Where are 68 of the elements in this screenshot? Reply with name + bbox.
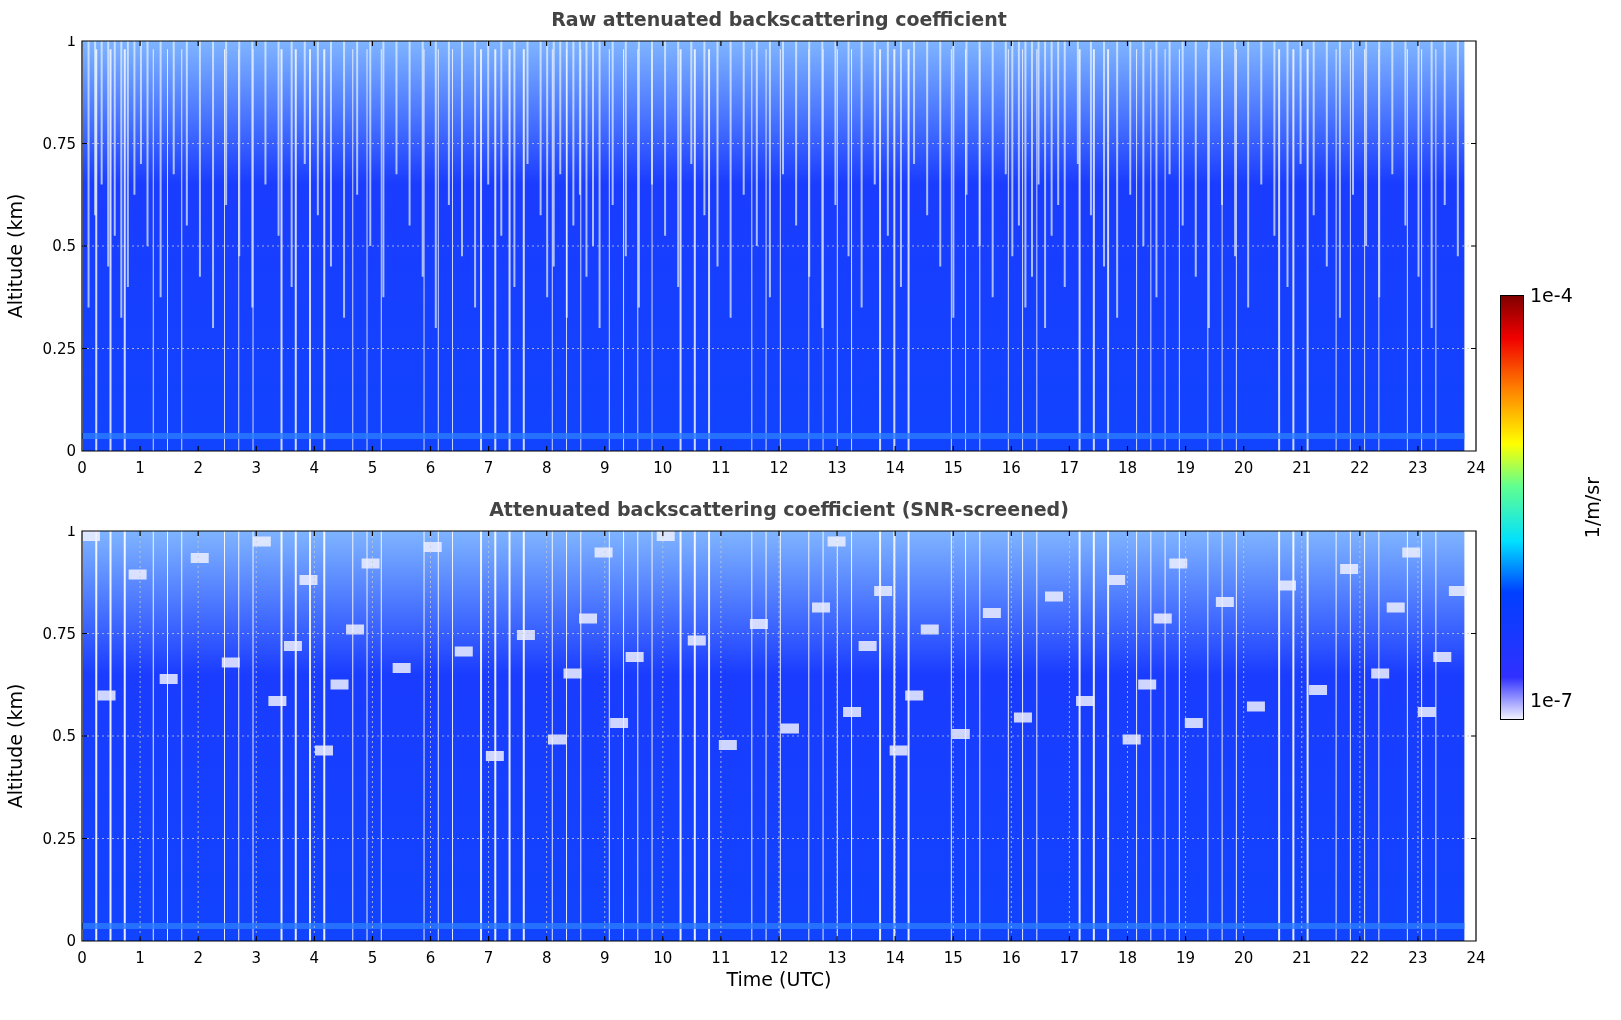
chart-title: Attenuated backscattering coefficient (SNR-screened)	[488, 498, 1070, 522]
tick-label: 24	[1466, 459, 1486, 476]
tick-label: 21	[1292, 949, 1312, 966]
tick-label: 15	[943, 459, 963, 476]
tick-label: 1	[135, 459, 145, 476]
tick-label: 23	[1408, 459, 1428, 476]
tick-label: 16	[1001, 949, 1021, 966]
tick-label: 5	[367, 459, 378, 476]
tick-label: 0.5	[52, 727, 76, 745]
tick-label: 18	[1117, 949, 1138, 966]
axis-label: Altitude (km)	[4, 683, 26, 809]
tick-label: 1	[66, 526, 76, 540]
tick-label: 2	[193, 459, 203, 476]
tick-label: 0.75	[42, 134, 76, 153]
tick-label: 0.75	[42, 624, 76, 643]
tick-label: 0	[77, 949, 87, 966]
tick-label: 14	[885, 459, 905, 476]
tick-label: 0.5	[52, 237, 76, 255]
tick-label: 0.25	[42, 829, 76, 848]
tick-label: 13	[827, 459, 847, 476]
tick-label: 1	[66, 36, 76, 50]
tick-label: 12	[769, 459, 789, 476]
axis-label: Time (UTC)	[725, 968, 833, 990]
colorbar-unit-label: 1/m/sr	[1580, 476, 1603, 539]
tick-label: 2	[193, 949, 203, 966]
tick-label: 10	[653, 949, 673, 966]
tick-label: 1	[135, 949, 145, 966]
tick-label: 22	[1350, 949, 1370, 966]
tick-label: 14	[885, 949, 905, 966]
tick-label: 17	[1059, 459, 1079, 476]
tick-label: 16	[1001, 459, 1021, 476]
tick-label: 11	[711, 459, 731, 476]
tick-label: 12	[769, 949, 789, 966]
tick-label: 17	[1059, 949, 1079, 966]
tick-label: 0	[77, 459, 87, 476]
tick-label: 7	[483, 949, 494, 966]
tick-label: 4	[309, 949, 320, 966]
tick-label: 3	[251, 459, 261, 476]
tick-label: 6	[425, 459, 436, 476]
tick-label: 0.25	[42, 339, 76, 358]
tick-label: 6	[425, 949, 436, 966]
tick-label: 19	[1176, 459, 1196, 476]
colorbar-min-label: 1e-7	[1530, 690, 1573, 710]
tick-label: 9	[600, 949, 610, 966]
tick-label: 8	[541, 949, 552, 966]
tick-label: 10	[653, 459, 673, 476]
chart-title: Raw attenuated backscattering coefficient	[550, 8, 1008, 32]
tick-label: 20	[1234, 459, 1254, 476]
tick-label: 20	[1234, 949, 1254, 966]
axis-label: Altitude (km)	[4, 193, 26, 319]
tick-label: 11	[711, 949, 731, 966]
tick-label: 23	[1408, 949, 1428, 966]
tick-label: 19	[1176, 949, 1196, 966]
tick-label: 9	[600, 459, 610, 476]
tick-label: 7	[483, 459, 494, 476]
tick-label: 5	[367, 949, 378, 966]
tick-label: 24	[1466, 949, 1486, 966]
tick-label: 21	[1292, 459, 1312, 476]
tick-label: 0	[66, 442, 76, 460]
tick-label: 22	[1350, 459, 1370, 476]
tick-label: 8	[541, 459, 552, 476]
tick-label: 0	[66, 932, 76, 950]
tick-label: 4	[309, 459, 320, 476]
colorbar-max-label: 1e-4	[1530, 285, 1573, 305]
tick-label: 15	[943, 949, 963, 966]
tick-label: 13	[827, 949, 847, 966]
tick-label: 18	[1117, 459, 1138, 476]
tick-label: 3	[251, 949, 261, 966]
